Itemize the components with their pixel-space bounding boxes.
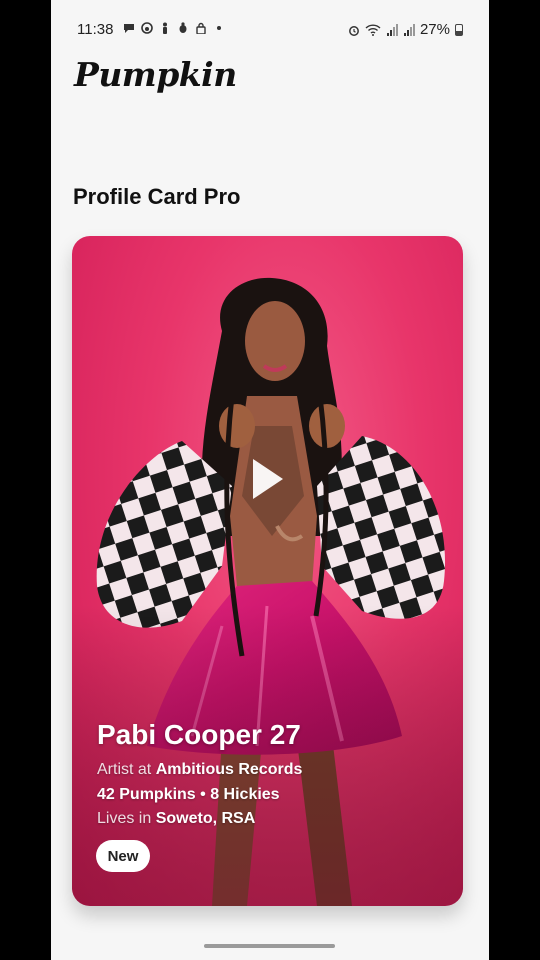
new-badge: New bbox=[96, 840, 150, 872]
lock-icon bbox=[195, 22, 207, 35]
job-company: Ambitious Records bbox=[155, 761, 303, 778]
signal-icon bbox=[386, 23, 398, 36]
chat-icon bbox=[123, 22, 135, 34]
play-icon bbox=[253, 459, 283, 499]
system-icons: 27% bbox=[348, 21, 463, 38]
dot-icon bbox=[213, 22, 225, 34]
status-bar: 11:38 27% bbox=[51, 0, 489, 38]
battery-icon bbox=[455, 23, 463, 36]
battery-percent: 27% bbox=[419, 21, 450, 38]
home-prefix: Lives in bbox=[97, 810, 152, 827]
wifi-icon bbox=[365, 23, 381, 36]
signal-icon bbox=[403, 23, 415, 36]
profile-stats: 42 Pumpkins • 8 Hickies bbox=[97, 786, 280, 803]
profile-card[interactable]: Pabi Cooper 27 Artist at Ambitious Recor… bbox=[72, 236, 463, 906]
profile-job: Artist at Ambitious Records bbox=[97, 761, 302, 779]
app-logo: Pumpkin bbox=[74, 55, 237, 94]
face-icon bbox=[141, 22, 153, 34]
phone-screen: 11:38 27% Pumpkin Profile Card Pro Pabi … bbox=[51, 0, 489, 960]
status-time: 11:38 bbox=[77, 21, 114, 38]
profile-location: Lives in Soweto, RSA bbox=[97, 810, 255, 828]
profile-photo bbox=[72, 236, 463, 906]
section-title: Profile Card Pro bbox=[73, 184, 241, 209]
figure-icon bbox=[159, 22, 171, 34]
play-button[interactable] bbox=[244, 448, 292, 510]
job-prefix: Artist at bbox=[97, 761, 152, 778]
notification-icons bbox=[123, 22, 225, 35]
home-place: Soweto, RSA bbox=[155, 810, 256, 827]
profile-name: Pabi Cooper 27 bbox=[97, 719, 301, 750]
bug-icon bbox=[177, 22, 189, 34]
alarm-icon bbox=[348, 24, 360, 36]
home-indicator[interactable] bbox=[204, 944, 335, 948]
